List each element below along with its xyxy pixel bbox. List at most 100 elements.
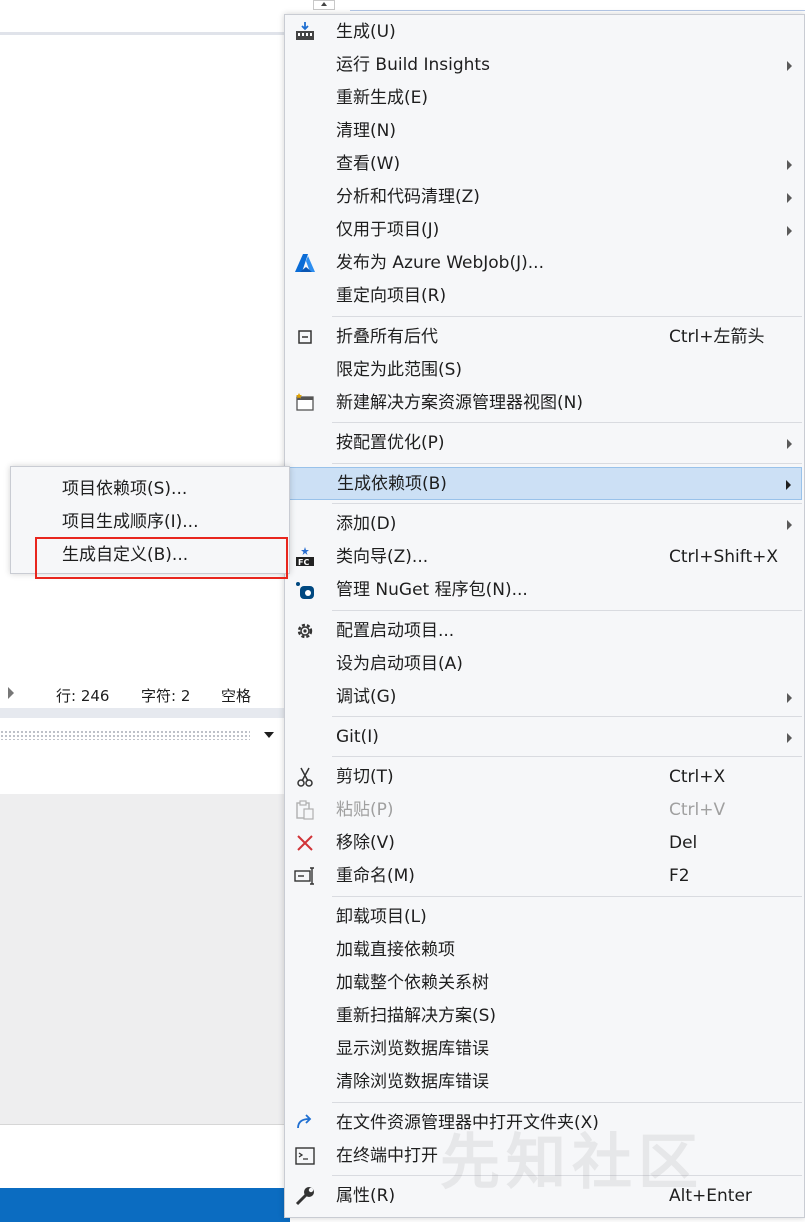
menu-item-label: 生成依赖项(B) (337, 474, 447, 494)
ide-status-bar (0, 1188, 290, 1222)
menu-item-label: 新建解决方案资源管理器视图(N) (336, 393, 583, 413)
menu-item-label: 发布为 Azure WebJob(J)... (336, 253, 544, 273)
panel-grip[interactable] (0, 730, 250, 740)
chevron-down-icon[interactable] (264, 732, 274, 738)
menu-item-retarget[interactable]: 重定向项目(R) (289, 280, 802, 313)
chevron-right-icon (787, 733, 792, 743)
menu-item-rescan-solution[interactable]: 重新扫描解决方案(S) (289, 1000, 802, 1033)
menu-item-collapse-all[interactable]: 折叠所有后代 Ctrl+左箭头 (289, 321, 802, 354)
menu-item-view[interactable]: 查看(W) (289, 148, 802, 181)
menu-item-rename[interactable]: 重命名(M) F2 (289, 860, 802, 893)
chevron-right-icon (787, 226, 792, 236)
watermark: 先知社区 (440, 1128, 704, 1198)
menu-item-label: 属性(R) (336, 1186, 396, 1206)
chevron-up-icon (321, 2, 327, 6)
editor-tab-strip (0, 0, 290, 35)
output-panel-toolbar (0, 756, 290, 794)
menu-item-cut[interactable]: 剪切(T) Ctrl+X (289, 761, 802, 794)
menu-item-analyze[interactable]: 分析和代码清理(Z) (289, 181, 802, 214)
menu-item-label: 配置启动项目... (336, 621, 455, 641)
solution-explorer-toolbar (350, 0, 805, 11)
menu-item-label: Git(I) (336, 727, 379, 747)
menu-item-label: 清理(N) (336, 121, 396, 141)
chevron-right-icon (787, 160, 792, 170)
menu-item-shortcut: Ctrl+V (669, 800, 726, 820)
menu-item-build[interactable]: 生成(U) (289, 16, 802, 49)
menu-item-clean[interactable]: 清理(N) (289, 115, 802, 148)
menu-item-debug[interactable]: 调试(G) (289, 681, 802, 714)
menu-separator (332, 1102, 802, 1103)
menu-item-load-direct-deps[interactable]: 加载直接依赖项 (289, 934, 802, 967)
menu-item-rebuild[interactable]: 重新生成(E) (289, 82, 802, 115)
menu-item-clear-db-errors[interactable]: 清除浏览数据库错误 (289, 1066, 802, 1099)
menu-separator (332, 503, 802, 504)
paste-icon (294, 799, 316, 821)
scroll-right-icon[interactable] (8, 687, 14, 699)
menu-item-label: 限定为此范围(S) (336, 360, 463, 380)
menu-item-set-startup[interactable]: 设为启动项目(A) (289, 648, 802, 681)
chevron-right-icon (787, 61, 792, 71)
menu-separator (332, 716, 802, 717)
menu-item-label: 设为启动项目(A) (336, 654, 463, 674)
menu-item-class-wizard[interactable]: FC 类向导(Z)... Ctrl+Shift+X (289, 541, 802, 574)
char-indicator: 字符: 2 (141, 687, 191, 705)
menu-item-label: 重定向项目(R) (336, 286, 447, 306)
menu-item-paste: 粘贴(P) Ctrl+V (289, 794, 802, 827)
build-icon (294, 21, 316, 43)
menu-item-shortcut: F2 (669, 866, 690, 886)
menu-item-label: 加载整个依赖关系树 (336, 973, 489, 993)
menu-separator (332, 463, 802, 464)
menu-item-load-dep-tree[interactable]: 加载整个依赖关系树 (289, 967, 802, 1000)
scissors-icon (294, 766, 316, 788)
menu-item-shortcut: Ctrl+左箭头 (669, 327, 765, 347)
menu-item-label: 显示浏览数据库错误 (336, 1039, 489, 1059)
menu-item-show-db-errors[interactable]: 显示浏览数据库错误 (289, 1033, 802, 1066)
bottom-panel (0, 1124, 290, 1189)
menu-item-label: 重新生成(E) (336, 88, 429, 108)
menu-item-add[interactable]: 添加(D) (289, 508, 802, 541)
wrench-icon (294, 1185, 316, 1207)
menu-item-label: 调试(G) (336, 687, 397, 707)
menu-item-scope-to-this[interactable]: 限定为此范围(S) (289, 354, 802, 387)
rename-icon (294, 865, 316, 887)
chevron-right-icon (787, 439, 792, 449)
menu-item-label: 卸载项目(L) (336, 907, 427, 927)
menu-item-label: 粘贴(P) (336, 800, 394, 820)
menu-item-label: 在终端中打开 (336, 1146, 438, 1166)
gear-icon (294, 620, 316, 642)
menu-item-unload-project[interactable]: 卸载项目(L) (289, 901, 802, 934)
menu-item-project-only[interactable]: 仅用于项目(J) (289, 214, 802, 247)
new-view-icon (294, 392, 316, 414)
class-wizard-icon: FC (294, 546, 316, 568)
menu-item-label: 移除(V) (336, 833, 395, 853)
menu-item-build-dependencies[interactable]: 生成依赖项(B) (289, 467, 802, 500)
menu-item-shortcut: Ctrl+Shift+X (669, 547, 779, 567)
menu-item-configure-startup[interactable]: 配置启动项目... (289, 615, 802, 648)
menu-item-label: 生成(U) (336, 22, 396, 42)
menu-item-git[interactable]: Git(I) (289, 721, 802, 754)
menu-item-new-explorer-view[interactable]: 新建解决方案资源管理器视图(N) (289, 387, 802, 420)
line-indicator: 行: 246 (56, 687, 110, 705)
menu-separator (332, 316, 802, 317)
annotation-highlight-box (35, 537, 288, 579)
menu-item-label: 添加(D) (336, 514, 397, 534)
menu-separator (332, 896, 802, 897)
menu-item-label: 运行 Build Insights (336, 55, 490, 75)
menu-separator (332, 422, 802, 423)
menu-item-manage-nuget[interactable]: 管理 NuGet 程序包(N)... (289, 574, 802, 607)
chevron-right-icon (786, 480, 791, 490)
submenu-item-project-dependencies[interactable]: 项目依赖项(S)... (16, 473, 286, 505)
editor-status-bar: 行: 246 字符: 2 空格 (0, 680, 290, 708)
whitespace-indicator[interactable]: 空格 (221, 685, 251, 706)
chevron-right-icon (787, 520, 792, 530)
output-panel-content (0, 794, 290, 1124)
menu-item-remove[interactable]: 移除(V) Del (289, 827, 802, 860)
menu-item-label: 折叠所有后代 (336, 327, 438, 347)
menu-item-build-insights[interactable]: 运行 Build Insights (289, 49, 802, 82)
submenu-item-build-order[interactable]: 项目生成顺序(I)... (16, 506, 286, 538)
nuget-icon (294, 579, 316, 601)
submenu-item-label: 项目依赖项(S)... (62, 479, 188, 499)
open-folder-icon (294, 1112, 316, 1134)
menu-item-profile-optimize[interactable]: 按配置优化(P) (289, 427, 802, 460)
menu-item-publish-azure[interactable]: 发布为 Azure WebJob(J)... (289, 247, 802, 280)
